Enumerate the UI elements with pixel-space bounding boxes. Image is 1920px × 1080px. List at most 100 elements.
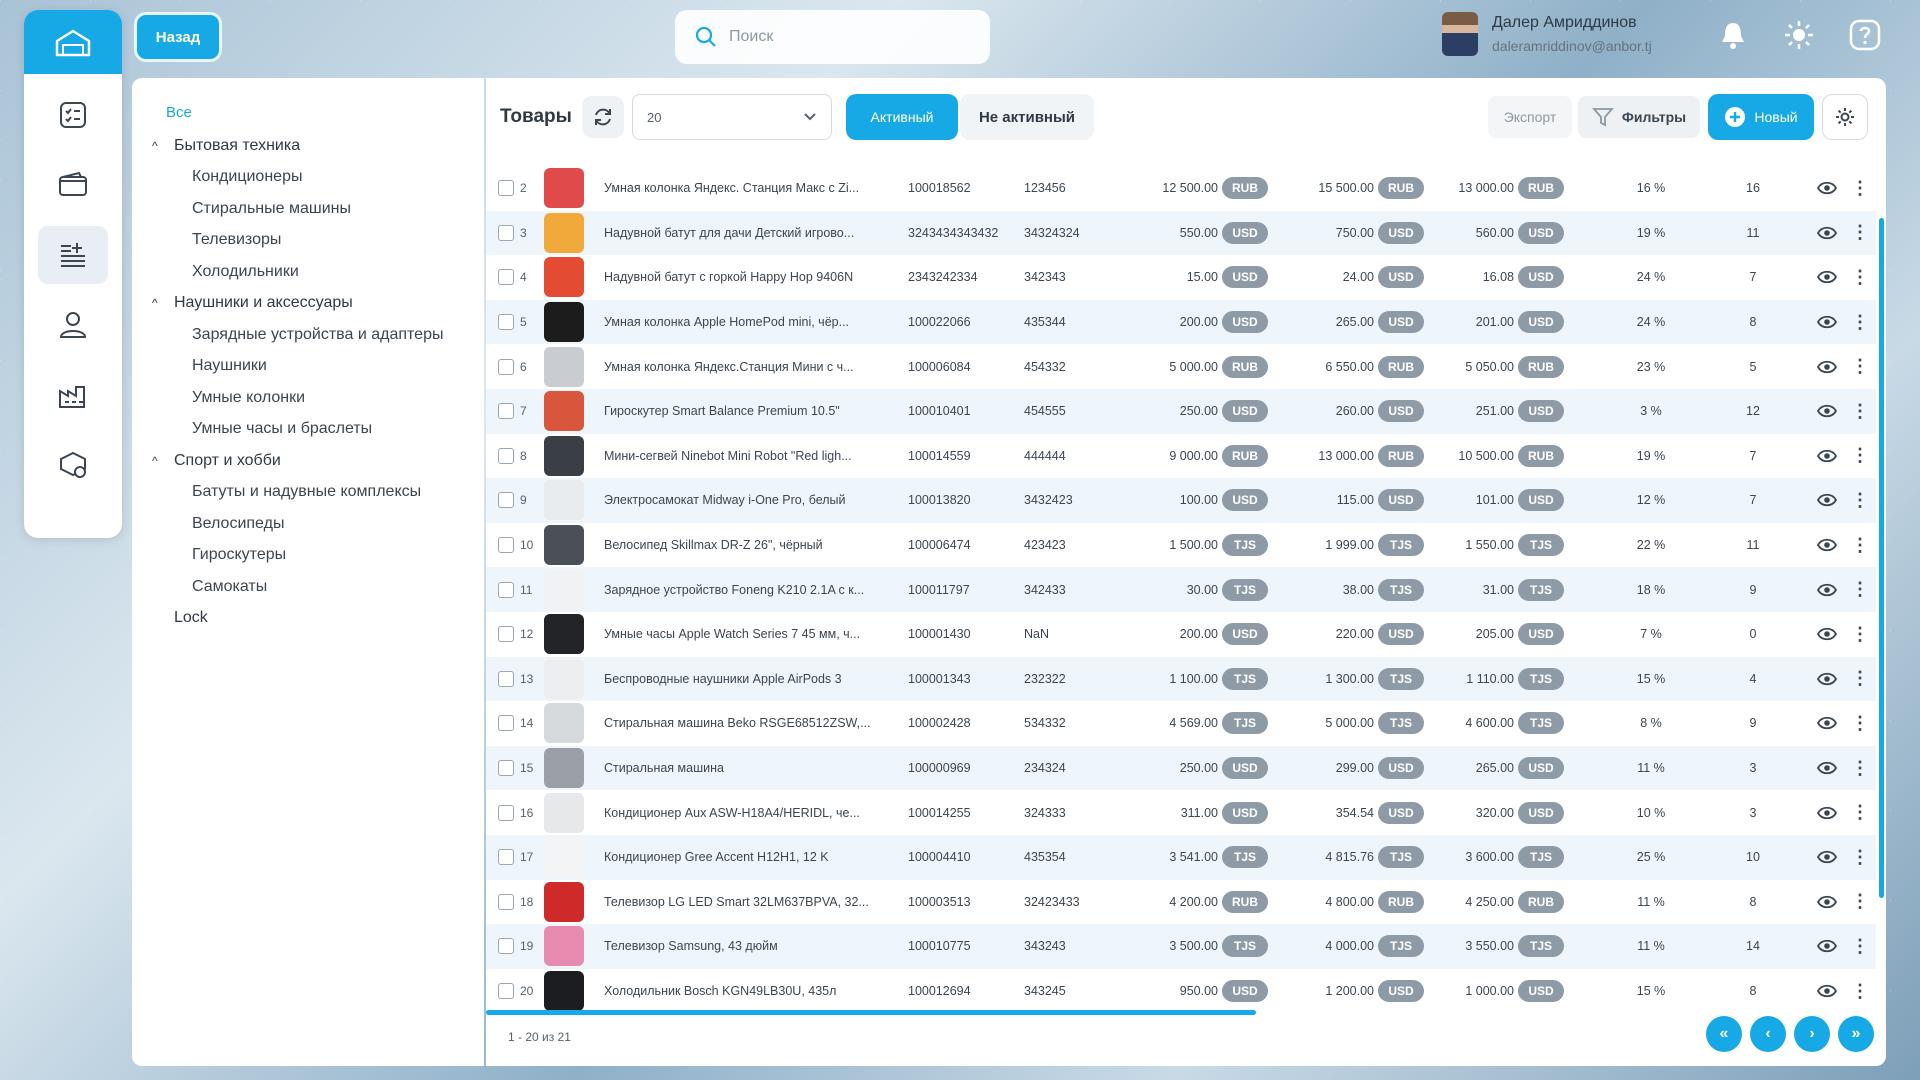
view-button[interactable] (1816, 846, 1838, 868)
view-button[interactable] (1816, 489, 1838, 511)
category-item[interactable]: Телевизоры (152, 225, 443, 257)
row-checkbox[interactable] (498, 537, 514, 554)
category-item[interactable]: Стиральные машины (152, 193, 443, 225)
first-page-button[interactable]: « (1706, 1016, 1742, 1052)
filters-button[interactable]: Фильтры (1578, 96, 1700, 138)
row-checkbox[interactable] (498, 849, 514, 866)
row-checkbox[interactable] (498, 581, 514, 598)
table-row[interactable]: 18 Телевизор LG LED Smart 32LM637BPVA, 32… (486, 880, 1876, 925)
product-name[interactable]: Холодильник Bosch KGN49LB30U, 435л (604, 984, 894, 998)
row-checkbox[interactable] (498, 893, 514, 910)
table-row[interactable]: 11 Зарядное устройство Foneng K210 2.1A с… (486, 567, 1876, 612)
rail-item-wallet[interactable] (38, 156, 108, 214)
row-menu-button[interactable]: ⋮ (1851, 445, 1869, 467)
category-item[interactable]: Зарядные устройства и адаптеры (152, 319, 443, 351)
new-product-button[interactable]: Новый (1708, 94, 1814, 140)
row-menu-button[interactable]: ⋮ (1851, 177, 1869, 199)
view-button[interactable] (1816, 802, 1838, 824)
view-button[interactable] (1816, 177, 1838, 199)
notifications-button[interactable] (1716, 18, 1750, 52)
row-menu-button[interactable]: ⋮ (1851, 356, 1869, 378)
view-button[interactable] (1816, 356, 1838, 378)
export-button[interactable]: Экспорт (1488, 96, 1572, 138)
product-name[interactable]: Надувной батут с горкой Happy Hop 9406N (604, 270, 894, 284)
category-item[interactable]: Батуты и надувные комплексы (152, 477, 443, 509)
product-name[interactable]: Кондиционер Aux ASW-H18A4/HERIDL, че... (604, 806, 894, 820)
row-checkbox[interactable] (498, 269, 514, 286)
row-checkbox[interactable] (498, 760, 514, 777)
table-row[interactable]: 3 Надувной батут для дачи Детский игрово.… (486, 210, 1876, 256)
row-checkbox[interactable] (498, 224, 514, 241)
product-name[interactable]: Гироскутер Smart Balance Premium 10.5" (604, 404, 894, 418)
view-button[interactable] (1816, 623, 1838, 645)
product-name[interactable]: Умная колонка Яндекс. Станция Макс с Zi.… (604, 181, 894, 195)
product-name[interactable]: Велосипед Skillmax DR-Z 26", чёрный (604, 538, 894, 552)
product-name[interactable]: Телевизор Samsung, 43 дюйм (604, 939, 894, 953)
category-item[interactable]: Умные колонки (152, 382, 443, 414)
product-name[interactable]: Умная колонка Яндекс.Станция Мини с ч... (604, 360, 894, 374)
table-row[interactable]: 19 Телевизор Samsung, 43 дюйм 100010775 343… (486, 924, 1876, 969)
vertical-scrollbar[interactable] (1879, 218, 1884, 898)
row-checkbox[interactable] (498, 670, 514, 687)
row-checkbox[interactable] (498, 804, 514, 821)
prev-page-button[interactable]: ‹ (1750, 1016, 1786, 1052)
view-button[interactable] (1816, 534, 1838, 556)
category-group[interactable]: ^ Наушники и аксессуары (152, 288, 443, 320)
table-row[interactable]: 20 Холодильник Bosch KGN49LB30U, 435л 1000… (486, 969, 1876, 1010)
table-row[interactable]: 15 Стиральная машина 100000969 234324 250.00… (486, 745, 1876, 791)
row-menu-button[interactable]: ⋮ (1851, 891, 1869, 913)
row-menu-button[interactable]: ⋮ (1851, 579, 1869, 601)
refresh-button[interactable] (582, 96, 624, 138)
rail-item-settings[interactable] (38, 436, 108, 494)
filter-active-button[interactable]: Активный (846, 94, 958, 140)
rail-item-users[interactable] (38, 296, 108, 354)
theme-toggle[interactable] (1782, 18, 1816, 52)
row-checkbox[interactable] (498, 492, 514, 509)
row-menu-button[interactable]: ⋮ (1851, 668, 1869, 690)
view-button[interactable] (1816, 579, 1838, 601)
product-name[interactable]: Умные часы Apple Watch Series 7 45 мм, ч… (604, 627, 894, 641)
view-button[interactable] (1816, 400, 1838, 422)
next-page-button[interactable]: › (1794, 1016, 1830, 1052)
row-menu-button[interactable]: ⋮ (1851, 712, 1869, 734)
rail-item-products[interactable] (38, 226, 108, 284)
row-checkbox[interactable] (498, 626, 514, 643)
view-button[interactable] (1816, 668, 1838, 690)
row-menu-button[interactable]: ⋮ (1851, 802, 1869, 824)
table-row[interactable]: 6 Умная колонка Яндекс.Станция Мини с ч..… (486, 344, 1876, 389)
row-menu-button[interactable]: ⋮ (1851, 311, 1869, 333)
table-row[interactable]: 7 Гироскутер Smart Balance Premium 10.5" 1… (486, 389, 1876, 434)
table-row[interactable]: 13 Беспроводные наушники Apple AirPods 3 1… (486, 656, 1876, 702)
help-button[interactable] (1848, 18, 1882, 52)
back-button[interactable]: Назад (134, 12, 222, 62)
product-name[interactable]: Зарядное устройство Foneng K210 2.1A с к… (604, 583, 894, 597)
row-checkbox[interactable] (498, 403, 514, 420)
horizontal-scrollbar[interactable] (486, 1010, 1256, 1015)
view-button[interactable] (1816, 222, 1838, 244)
product-name[interactable]: Электросамокат Midway i-One Pro, белый (604, 493, 894, 507)
row-menu-button[interactable]: ⋮ (1851, 222, 1869, 244)
category-group[interactable]: ^ Бытовая техника (152, 130, 443, 162)
row-checkbox[interactable] (498, 983, 514, 1000)
table-row[interactable]: 8 Мини-сегвей Ninebot Mini Robot "Red lig… (486, 434, 1876, 479)
search-input[interactable] (729, 28, 949, 46)
category-item[interactable]: Велосипеды (152, 508, 443, 540)
product-name[interactable]: Надувной батут для дачи Детский игрово..… (604, 226, 894, 240)
table-row[interactable]: 10 Велосипед Skillmax DR-Z 26", чёрный 100… (486, 523, 1876, 568)
product-name[interactable]: Телевизор LG LED Smart 32LM637BPVA, 32..… (604, 895, 894, 909)
category-item[interactable]: Кондиционеры (152, 162, 443, 194)
product-name[interactable]: Кондиционер Gree Accent H12H1, 12 K (604, 850, 894, 864)
home-button[interactable] (24, 10, 122, 74)
product-name[interactable]: Беспроводные наушники Apple AirPods 3 (604, 672, 894, 686)
table-row[interactable]: 14 Стиральная машина Beko RSGE68512ZSW,..… (486, 701, 1876, 746)
rail-item-tasks[interactable] (38, 86, 108, 144)
view-button[interactable] (1816, 891, 1838, 913)
category-lock[interactable]: Lock (152, 603, 443, 635)
product-name[interactable]: Умная колонка Apple HomePod mini, чёр... (604, 315, 894, 329)
row-menu-button[interactable]: ⋮ (1851, 400, 1869, 422)
table-row[interactable]: 5 Умная колонка Apple HomePod mini, чёр..… (486, 299, 1876, 345)
row-menu-button[interactable]: ⋮ (1851, 935, 1869, 957)
page-size-select[interactable]: 20 (632, 94, 832, 140)
row-menu-button[interactable]: ⋮ (1851, 980, 1869, 1002)
category-all[interactable]: Все (166, 104, 192, 121)
